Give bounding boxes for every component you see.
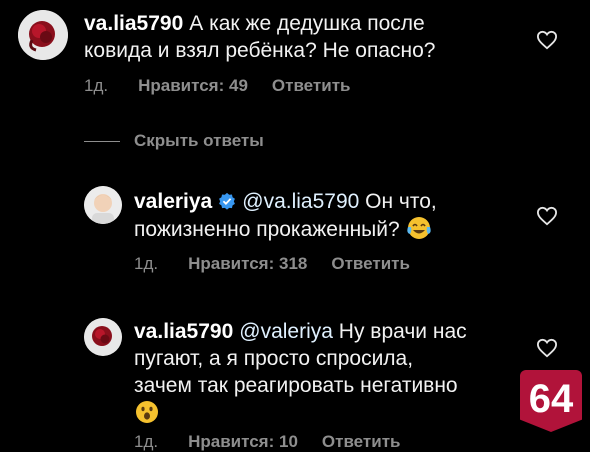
rose-avatar-image	[18, 10, 68, 60]
comment-text-line: Он что,	[365, 190, 437, 213]
comment-username[interactable]: va.lia5790	[134, 320, 233, 343]
comment-time: 1д.	[134, 254, 159, 273]
comment-3-meta: 1д. Нравится: 10 Ответить	[134, 432, 424, 452]
comment-text-line: пожизненно прокаженный?	[134, 218, 400, 241]
child-avatar-image	[84, 186, 122, 224]
avatar-valeriya[interactable]	[84, 186, 122, 224]
mention-link[interactable]: @va.lia5790	[242, 190, 359, 213]
verified-badge-icon	[219, 192, 236, 210]
comment-text-line: зачем так реагировать негативно	[134, 374, 458, 397]
face-with-open-mouth-icon	[136, 401, 158, 423]
comment-username[interactable]: va.lia5790	[84, 12, 183, 35]
avatar-va-lia5790[interactable]	[18, 10, 68, 60]
reply-link[interactable]: Ответить	[322, 432, 401, 451]
comment-text-line: ковида и взял ребёнка? Не опасно?	[84, 39, 436, 62]
face-with-tears-of-joy-icon	[406, 217, 431, 239]
like-heart-icon[interactable]	[536, 30, 558, 50]
comment-2-meta: 1д. Нравится: 318 Ответить	[134, 254, 434, 274]
comment-username[interactable]: valeriya	[134, 190, 212, 213]
likes-count-link[interactable]: Нравится: 49	[138, 76, 248, 95]
comment-text-line: А как же дедушка после	[189, 12, 425, 35]
avatar-va-lia5790[interactable]	[84, 318, 122, 356]
comment-3-text: va.lia5790 @valeriya Ну врачи нас пугают,…	[134, 318, 514, 427]
comment-time: 1д.	[134, 432, 159, 451]
likes-count-link[interactable]: Нравится: 10	[188, 432, 298, 451]
reply-link[interactable]: Ответить	[272, 76, 351, 95]
comment-time: 1д.	[84, 76, 109, 95]
comment-1-text: va.lia5790 А как же дедушка после ковида …	[84, 10, 524, 64]
comment-1-meta: 1д. Нравится: 49 Ответить	[84, 76, 374, 96]
like-heart-icon[interactable]	[536, 338, 558, 358]
comment-text-line: Ну врачи нас	[338, 320, 467, 343]
rose-avatar-image	[84, 318, 122, 356]
mention-link[interactable]: @valeriya	[239, 320, 333, 343]
comment-2-text: valeriya @va.lia5790 Он что, пожизненно п…	[134, 188, 514, 243]
reply-link[interactable]: Ответить	[331, 254, 410, 273]
channel-64-logo: 64	[520, 370, 582, 432]
likes-count-link[interactable]: Нравится: 318	[188, 254, 307, 273]
hide-replies-button[interactable]: Скрыть ответы	[134, 131, 264, 151]
like-heart-icon[interactable]	[536, 206, 558, 226]
replies-divider	[84, 141, 120, 142]
comment-text-line: пугают, а я просто спросила,	[134, 347, 414, 370]
